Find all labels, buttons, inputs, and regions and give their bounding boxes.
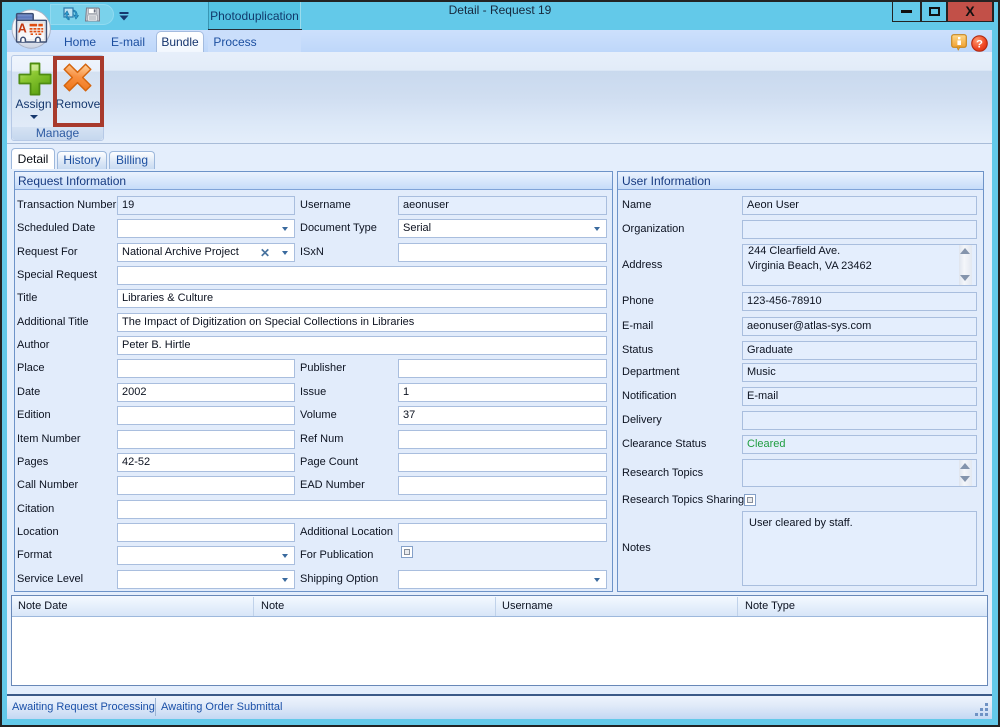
svg-text:A: A: [18, 22, 27, 36]
svg-text:?: ?: [976, 39, 983, 51]
